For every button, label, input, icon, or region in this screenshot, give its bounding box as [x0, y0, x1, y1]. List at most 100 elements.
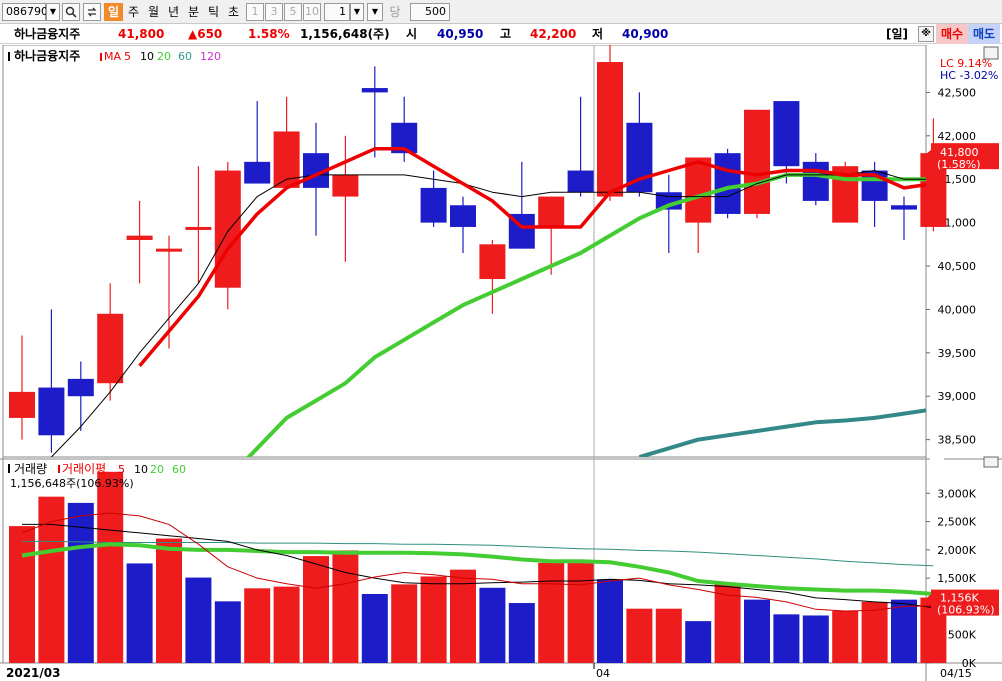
volume-panel-title: 거래량 — [14, 462, 47, 476]
price-ytick-label-7: 39,000 — [938, 390, 977, 403]
candle-body-18 — [538, 196, 565, 227]
period-button-1[interactable]: 주 — [124, 3, 143, 21]
hc-label: HC -3.02% — [940, 69, 998, 82]
code-dropdown-icon[interactable]: ▼ — [46, 3, 60, 21]
legend-marker — [8, 52, 10, 61]
stock-name: 하나금융지주 — [14, 27, 81, 41]
interval-button-0[interactable]: 1 — [246, 3, 264, 21]
buy-button[interactable]: 매수 — [936, 24, 968, 44]
volume-bar-0 — [9, 526, 35, 663]
volume-bar-14 — [420, 576, 447, 663]
high-label: 고 — [500, 27, 512, 41]
count-input[interactable]: 500 — [410, 3, 450, 21]
stock-code-input[interactable]: 086790 — [2, 3, 48, 21]
interval-button-3[interactable]: 10 — [303, 3, 321, 21]
ma-label: MA — [104, 50, 121, 63]
period-tag: [일] — [886, 27, 909, 41]
volume-bar-16 — [479, 587, 506, 663]
volume-total: 1,156,648(주) — [300, 27, 390, 41]
volume-bar-18 — [538, 562, 565, 663]
dang-button[interactable]: 당 — [385, 3, 405, 21]
candle-body-30 — [891, 205, 917, 210]
candle-body-3 — [97, 313, 124, 384]
search-icon[interactable] — [62, 3, 80, 21]
period-button-0[interactable]: 일 — [104, 3, 123, 21]
volume-bar-13 — [391, 584, 418, 663]
stock-chart[interactable]: 42,50042,00041,50041,00040,50040,00039,5… — [0, 44, 1002, 681]
period-button-5[interactable]: 틱 — [204, 3, 223, 21]
xaxis-mid-label: 04 — [596, 667, 610, 680]
vol-avg-period-2: 20 — [150, 463, 164, 476]
vol-avg-period-3: 60 — [172, 463, 186, 476]
interval-dropdown-icon[interactable]: ▼ — [350, 3, 364, 21]
price-ytick-label-0: 42,500 — [938, 86, 977, 99]
price-ytick-label-5: 40,000 — [938, 303, 977, 316]
price-ytick-label-6: 39,500 — [938, 347, 977, 360]
volume-bar-5 — [156, 538, 182, 663]
vol-ytick-label-3: 1,500K — [937, 572, 976, 585]
period-button-2[interactable]: 월 — [144, 3, 163, 21]
low-label: 저 — [592, 27, 604, 41]
ma-period-1: 10 — [140, 50, 154, 63]
open-label: 시 — [406, 27, 418, 41]
volume-bar-23 — [685, 621, 712, 663]
vol-ytick-label-5: 500K — [948, 629, 977, 642]
ma-period-3: 60 — [178, 50, 192, 63]
volume-bar-19 — [567, 562, 594, 663]
ma-period-0: 5 — [124, 50, 131, 63]
vol-panel-maximize-icon — [983, 456, 999, 468]
vol-axis-icons — [930, 457, 944, 466]
current-volume-rate: (106.93%) — [937, 604, 995, 617]
period-button-4[interactable]: 분 — [184, 3, 203, 21]
candle-body-23 — [685, 157, 712, 223]
confirm-dropdown-icon[interactable]: ▼ — [367, 3, 383, 21]
volume-bar-10 — [303, 556, 329, 663]
volume-readout: 1,156,648주(106.93%) — [10, 477, 134, 490]
chart-area[interactable]: 42,500 42,000 41,500 41,000 40,500 40,000 39,5… — [0, 44, 1002, 681]
current-price: 41,800 — [118, 27, 165, 41]
open-price: 40,950 — [437, 27, 484, 41]
volume-bar-20 — [597, 579, 623, 663]
candle-body-2 — [67, 378, 94, 397]
refresh-icon[interactable] — [83, 3, 101, 21]
sell-button[interactable]: 매도 — [968, 24, 1000, 44]
volume-bar-17 — [508, 603, 535, 663]
high-price: 42,200 — [530, 27, 577, 41]
period-button-3[interactable]: 년 — [164, 3, 183, 21]
volume-bar-30 — [891, 599, 917, 663]
panel-maximize-icon — [983, 46, 999, 60]
volume-bar-8 — [244, 588, 271, 663]
candle-body-11 — [332, 174, 359, 197]
quote-info-bar: 하나금융지주 41,800 ▲650 1.58% 1,156,648(주) 시 … — [0, 24, 1002, 44]
settings-icon[interactable]: ※ — [918, 26, 934, 42]
xaxis-end-label: 04/15 — [940, 667, 972, 680]
vol-avg-marker — [58, 465, 60, 473]
candle-body-20 — [597, 62, 623, 197]
volume-bar-12 — [361, 593, 388, 663]
vol-avg-label: 거래이평 — [62, 462, 106, 476]
candle-body-19 — [567, 170, 594, 193]
vol-ytick-label-2: 2,000K — [937, 544, 976, 557]
vol-avg-period-0: 5 — [118, 463, 125, 476]
interval-button-1[interactable]: 3 — [265, 3, 283, 21]
candle-body-12 — [361, 88, 388, 93]
volume-bar-25 — [744, 599, 770, 663]
volume-bar-21 — [626, 608, 653, 663]
ma-period-4: 120 — [200, 50, 221, 63]
volume-bar-26 — [773, 614, 800, 663]
xaxis-start-label: 2021/03 — [6, 666, 60, 680]
interval-button-2[interactable]: 5 — [284, 3, 302, 21]
interval-input[interactable]: 1 — [324, 3, 350, 21]
volume-bar-3 — [97, 471, 124, 663]
volume-bar-7 — [214, 601, 241, 663]
period-button-6[interactable]: 초 — [224, 3, 243, 21]
volume-bar-4 — [126, 563, 153, 663]
volume-bar-27 — [802, 615, 829, 663]
candle-body-1 — [38, 387, 65, 436]
candle-body-7 — [214, 170, 241, 288]
candle-body-15 — [450, 205, 476, 227]
ma-period-2: 20 — [157, 50, 171, 63]
vol-ytick-label-1: 2,500K — [937, 516, 976, 529]
volume-bar-28 — [832, 610, 859, 663]
candle-body-4 — [126, 235, 153, 240]
